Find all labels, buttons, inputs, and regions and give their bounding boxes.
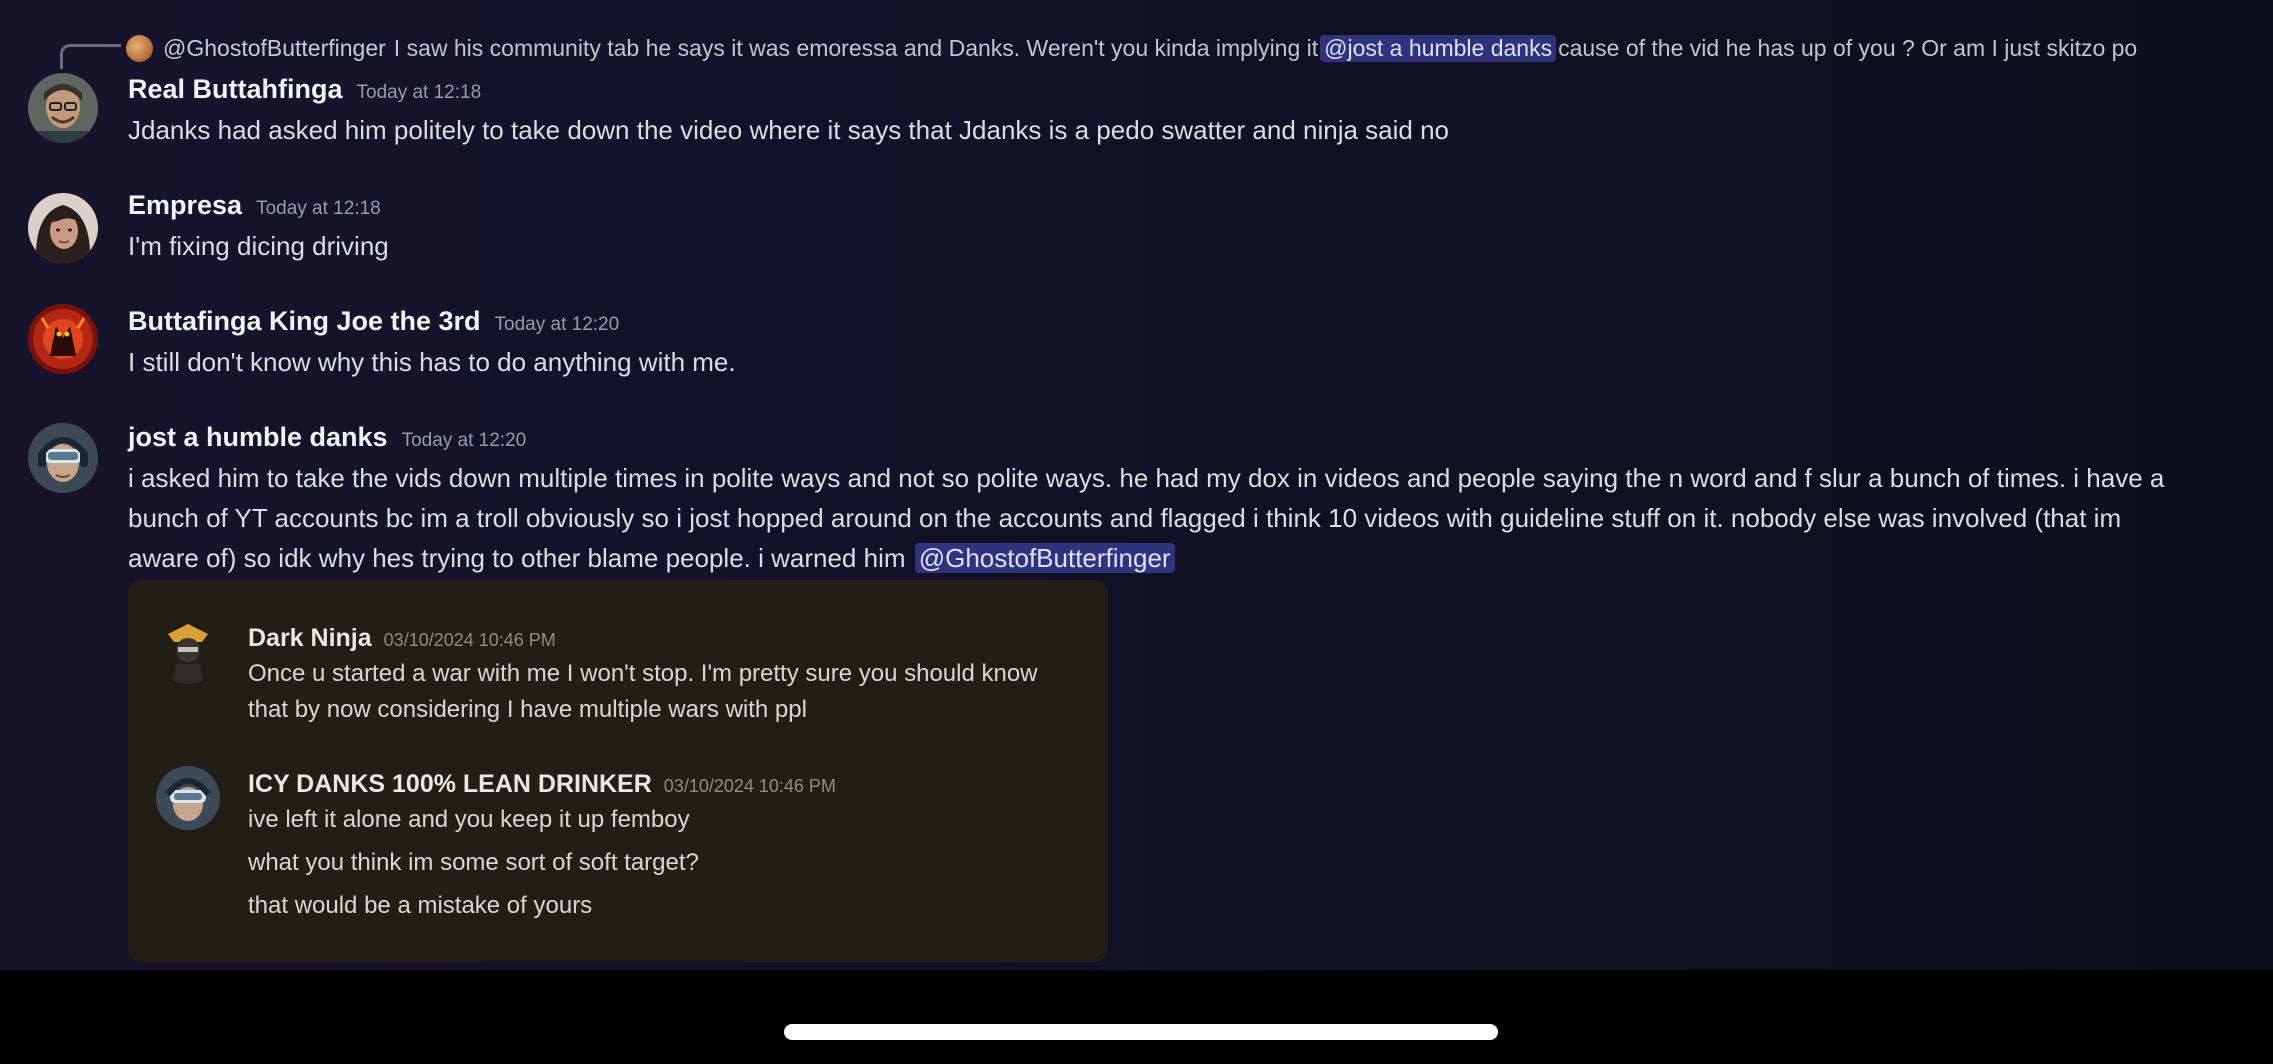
avatar-icy-danks: [156, 766, 220, 830]
avatar[interactable]: [28, 423, 98, 493]
avatar-dark-ninja: [156, 620, 220, 684]
reply-author[interactable]: @GhostofButterfinger: [163, 35, 386, 62]
username[interactable]: Real Buttahfinga: [128, 74, 343, 105]
avatar[interactable]: [28, 73, 98, 143]
avatar[interactable]: [28, 304, 98, 374]
embed-line: that by now considering I have multiple …: [248, 696, 807, 723]
reply-preview[interactable]: @GhostofButterfinger I saw his community…: [126, 30, 2137, 66]
embed-timestamp: 03/10/2024 10:46 PM: [383, 630, 556, 650]
message-text: i asked him to take the vids down multip…: [128, 458, 2188, 578]
message-text: I'm fixing dicing driving: [128, 231, 389, 261]
username[interactable]: Empresa: [128, 190, 242, 221]
home-indicator[interactable]: [784, 1024, 1498, 1040]
chat-area: @GhostofButterfinger I saw his community…: [0, 0, 2273, 970]
reply-arrow-icon: [60, 44, 121, 69]
reply-text-after: cause of the vid he has up of you ? Or a…: [1558, 34, 2138, 61]
embed-line: Once u started a war with me I won't sto…: [248, 660, 1038, 687]
embedded-image[interactable]: Dark Ninja 03/10/2024 10:46 PM Once u st…: [128, 580, 1108, 962]
message-text: Jdanks had asked him politely to take do…: [128, 115, 1449, 145]
embed-timestamp: 03/10/2024 10:46 PM: [663, 776, 836, 796]
timestamp: Today at 12:20: [401, 430, 527, 451]
reply-text-before: I saw his community tab he says it was e…: [393, 34, 1319, 61]
mention-ghostofbutterfinger[interactable]: @GhostofButterfinger: [914, 543, 1175, 573]
username[interactable]: Buttafinga King Joe the 3rd: [128, 306, 481, 337]
embed-username: ICY DANKS 100% LEAN DRINKER: [248, 770, 652, 798]
timestamp: Today at 12:18: [356, 82, 482, 103]
embed-line: that would be a mistake of yours: [248, 892, 593, 919]
avatar[interactable]: [28, 193, 98, 263]
embed-line: what you think im some sort of soft targ…: [248, 849, 699, 876]
timestamp: Today at 12:20: [494, 314, 620, 335]
reply-mention[interactable]: @jost a humble danks: [1320, 34, 1557, 62]
message-text: I still don't know why this has to do an…: [128, 347, 736, 377]
embed-line: ive left it alone and you keep it up fem…: [248, 806, 690, 833]
reply-avatar: [126, 34, 153, 62]
username[interactable]: jost a humble danks: [128, 422, 388, 453]
embed-username: Dark Ninja: [248, 624, 372, 652]
timestamp: Today at 12:18: [256, 198, 381, 219]
